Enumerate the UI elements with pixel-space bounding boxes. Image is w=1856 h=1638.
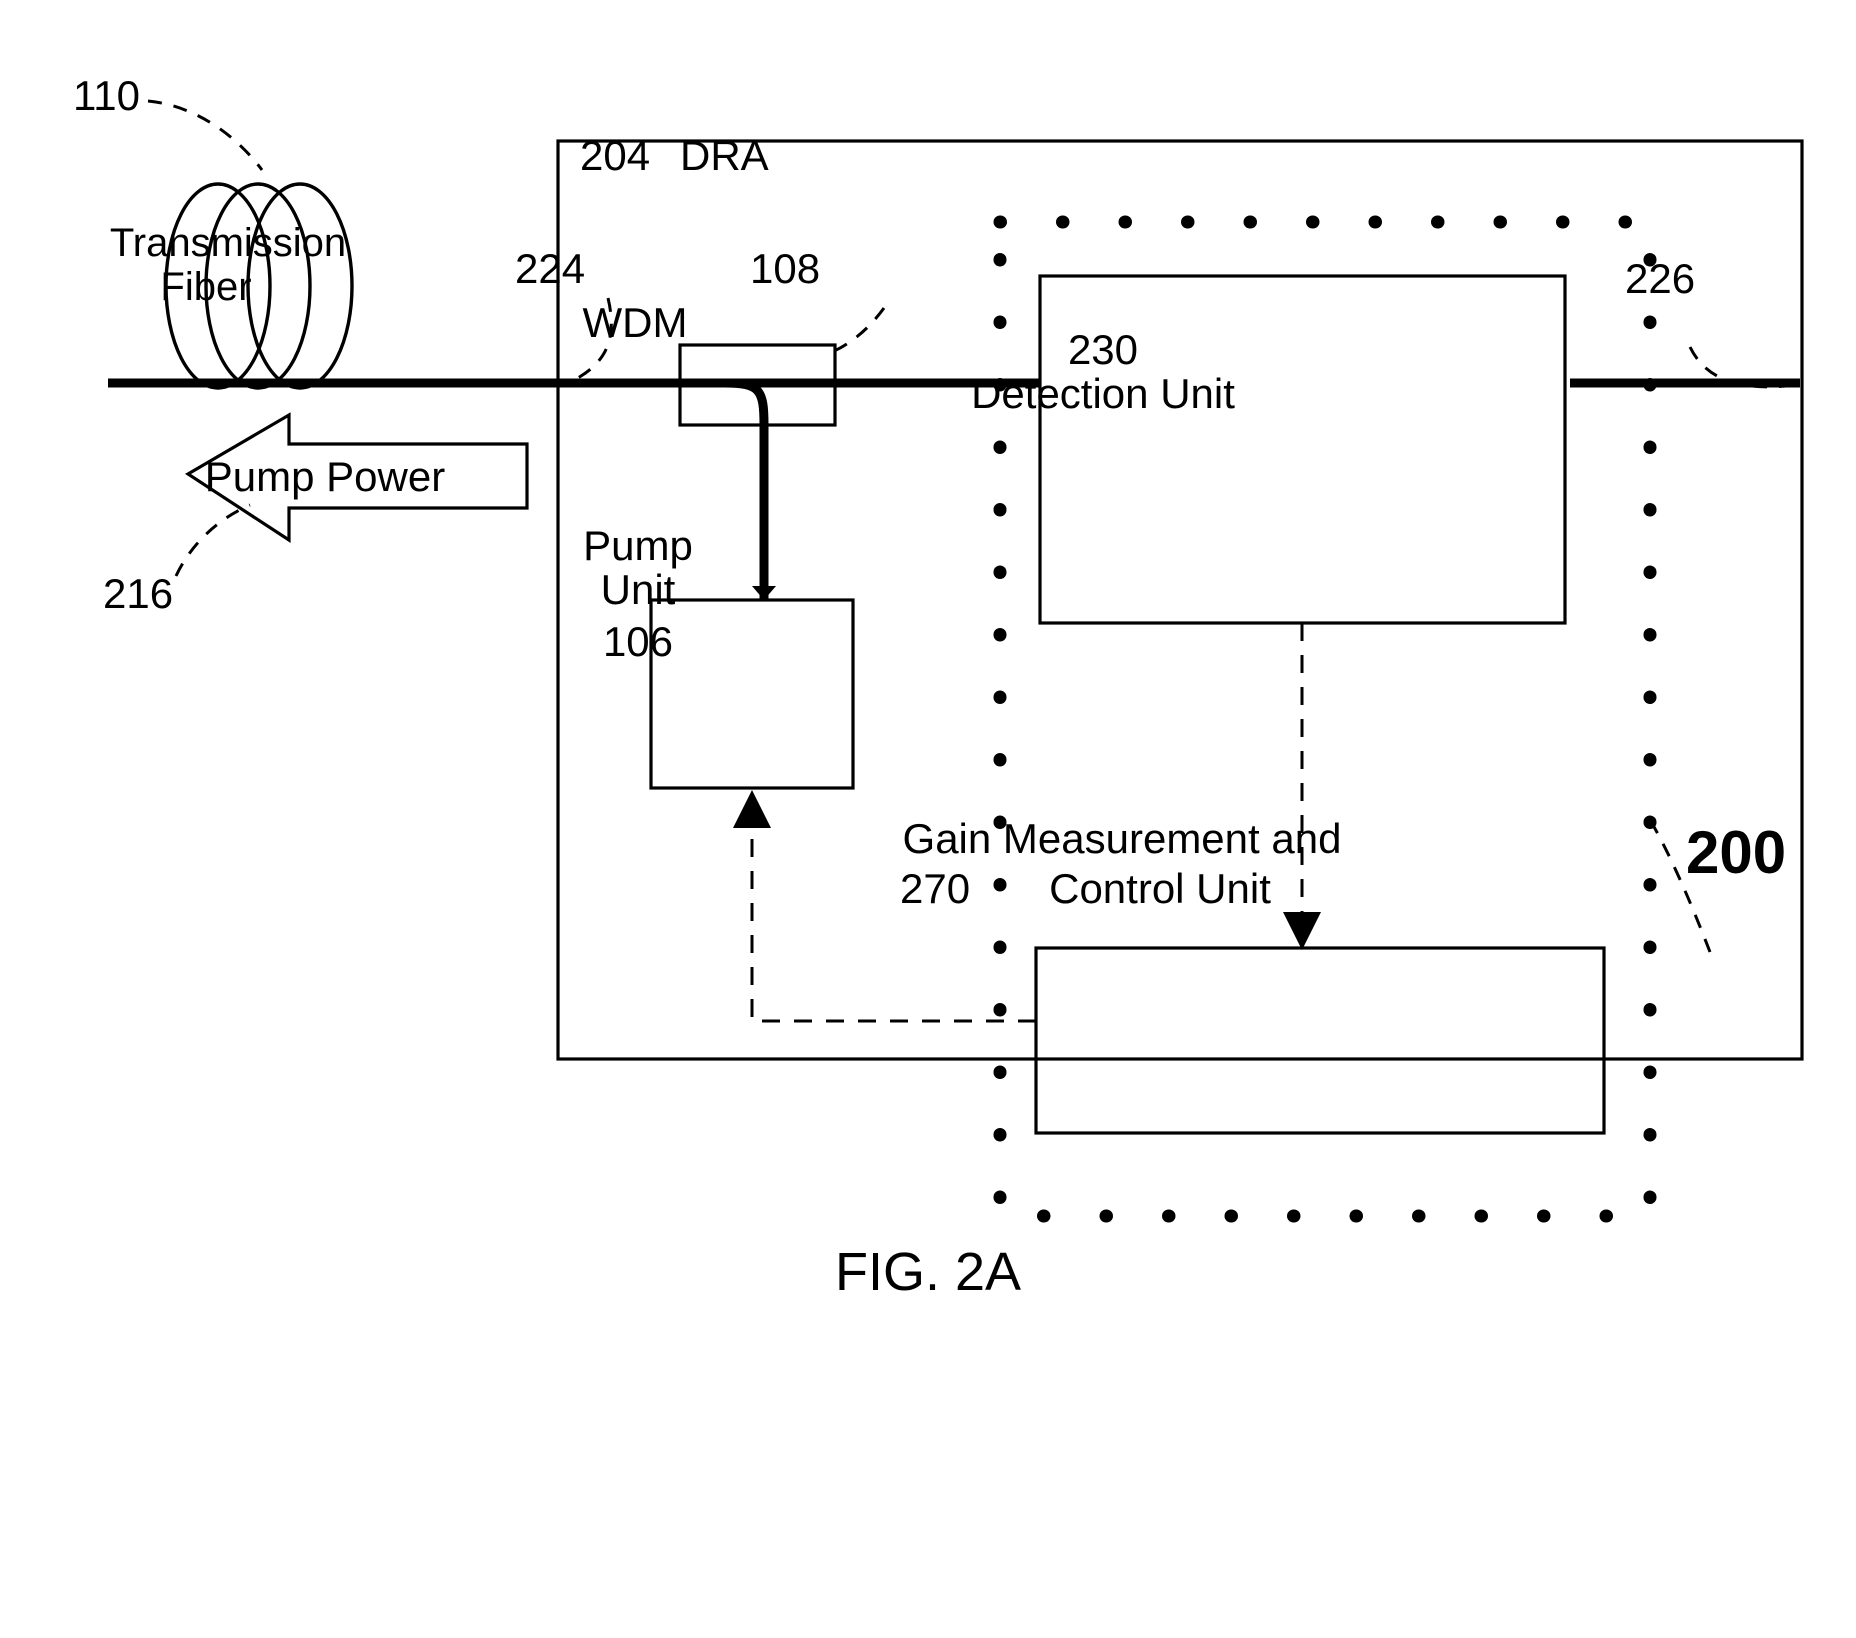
transmission-fiber-label-line1: Transmission xyxy=(110,221,346,265)
gain-unit-label-line1: Gain Measurement and xyxy=(903,815,1342,862)
detection-to-gain-signal xyxy=(1283,623,1321,950)
pump-power-label: Pump Power xyxy=(205,453,445,500)
pump-unit-label-line2: Unit xyxy=(601,566,676,613)
ref-110-leader xyxy=(147,99,264,171)
ref-108-leader xyxy=(831,307,886,354)
ref-270-label: 270 xyxy=(900,865,970,912)
ref-108-label: 108 xyxy=(750,245,820,292)
transmission-fiber-label-line2: Fiber xyxy=(160,265,251,309)
ref-216-label: 216 xyxy=(103,570,173,617)
ref-224-label: 224 xyxy=(515,245,585,292)
pump-unit-box xyxy=(649,598,855,790)
dra-title: DRA xyxy=(680,132,769,179)
ref-226-label: 226 xyxy=(1625,255,1695,302)
ref-230-label: 230 xyxy=(1068,326,1138,373)
gain-unit-label-line2: Control Unit xyxy=(1049,865,1271,912)
detection-unit-label: Detection Unit xyxy=(971,370,1235,417)
gain-control-unit-box xyxy=(1034,946,1606,1135)
figure-caption: FIG. 2A xyxy=(835,1242,1021,1302)
ref-216-leader xyxy=(174,503,251,577)
wdm-to-pump-arrowhead xyxy=(752,586,776,600)
diagram-canvas: Transmission Fiber 110 Pump Power 216 20… xyxy=(73,72,1804,1302)
patent-figure-2a: Transmission Fiber 110 Pump Power 216 20… xyxy=(0,0,1856,1638)
ref-110-label: 110 xyxy=(73,72,140,119)
pump-unit-label-line1: Pump xyxy=(583,522,693,569)
wdm-label: WDM xyxy=(583,299,688,346)
ref-200-label: 200 xyxy=(1686,819,1786,886)
ref-106-label: 106 xyxy=(603,618,673,665)
ref-204-label: 204 xyxy=(580,132,650,179)
